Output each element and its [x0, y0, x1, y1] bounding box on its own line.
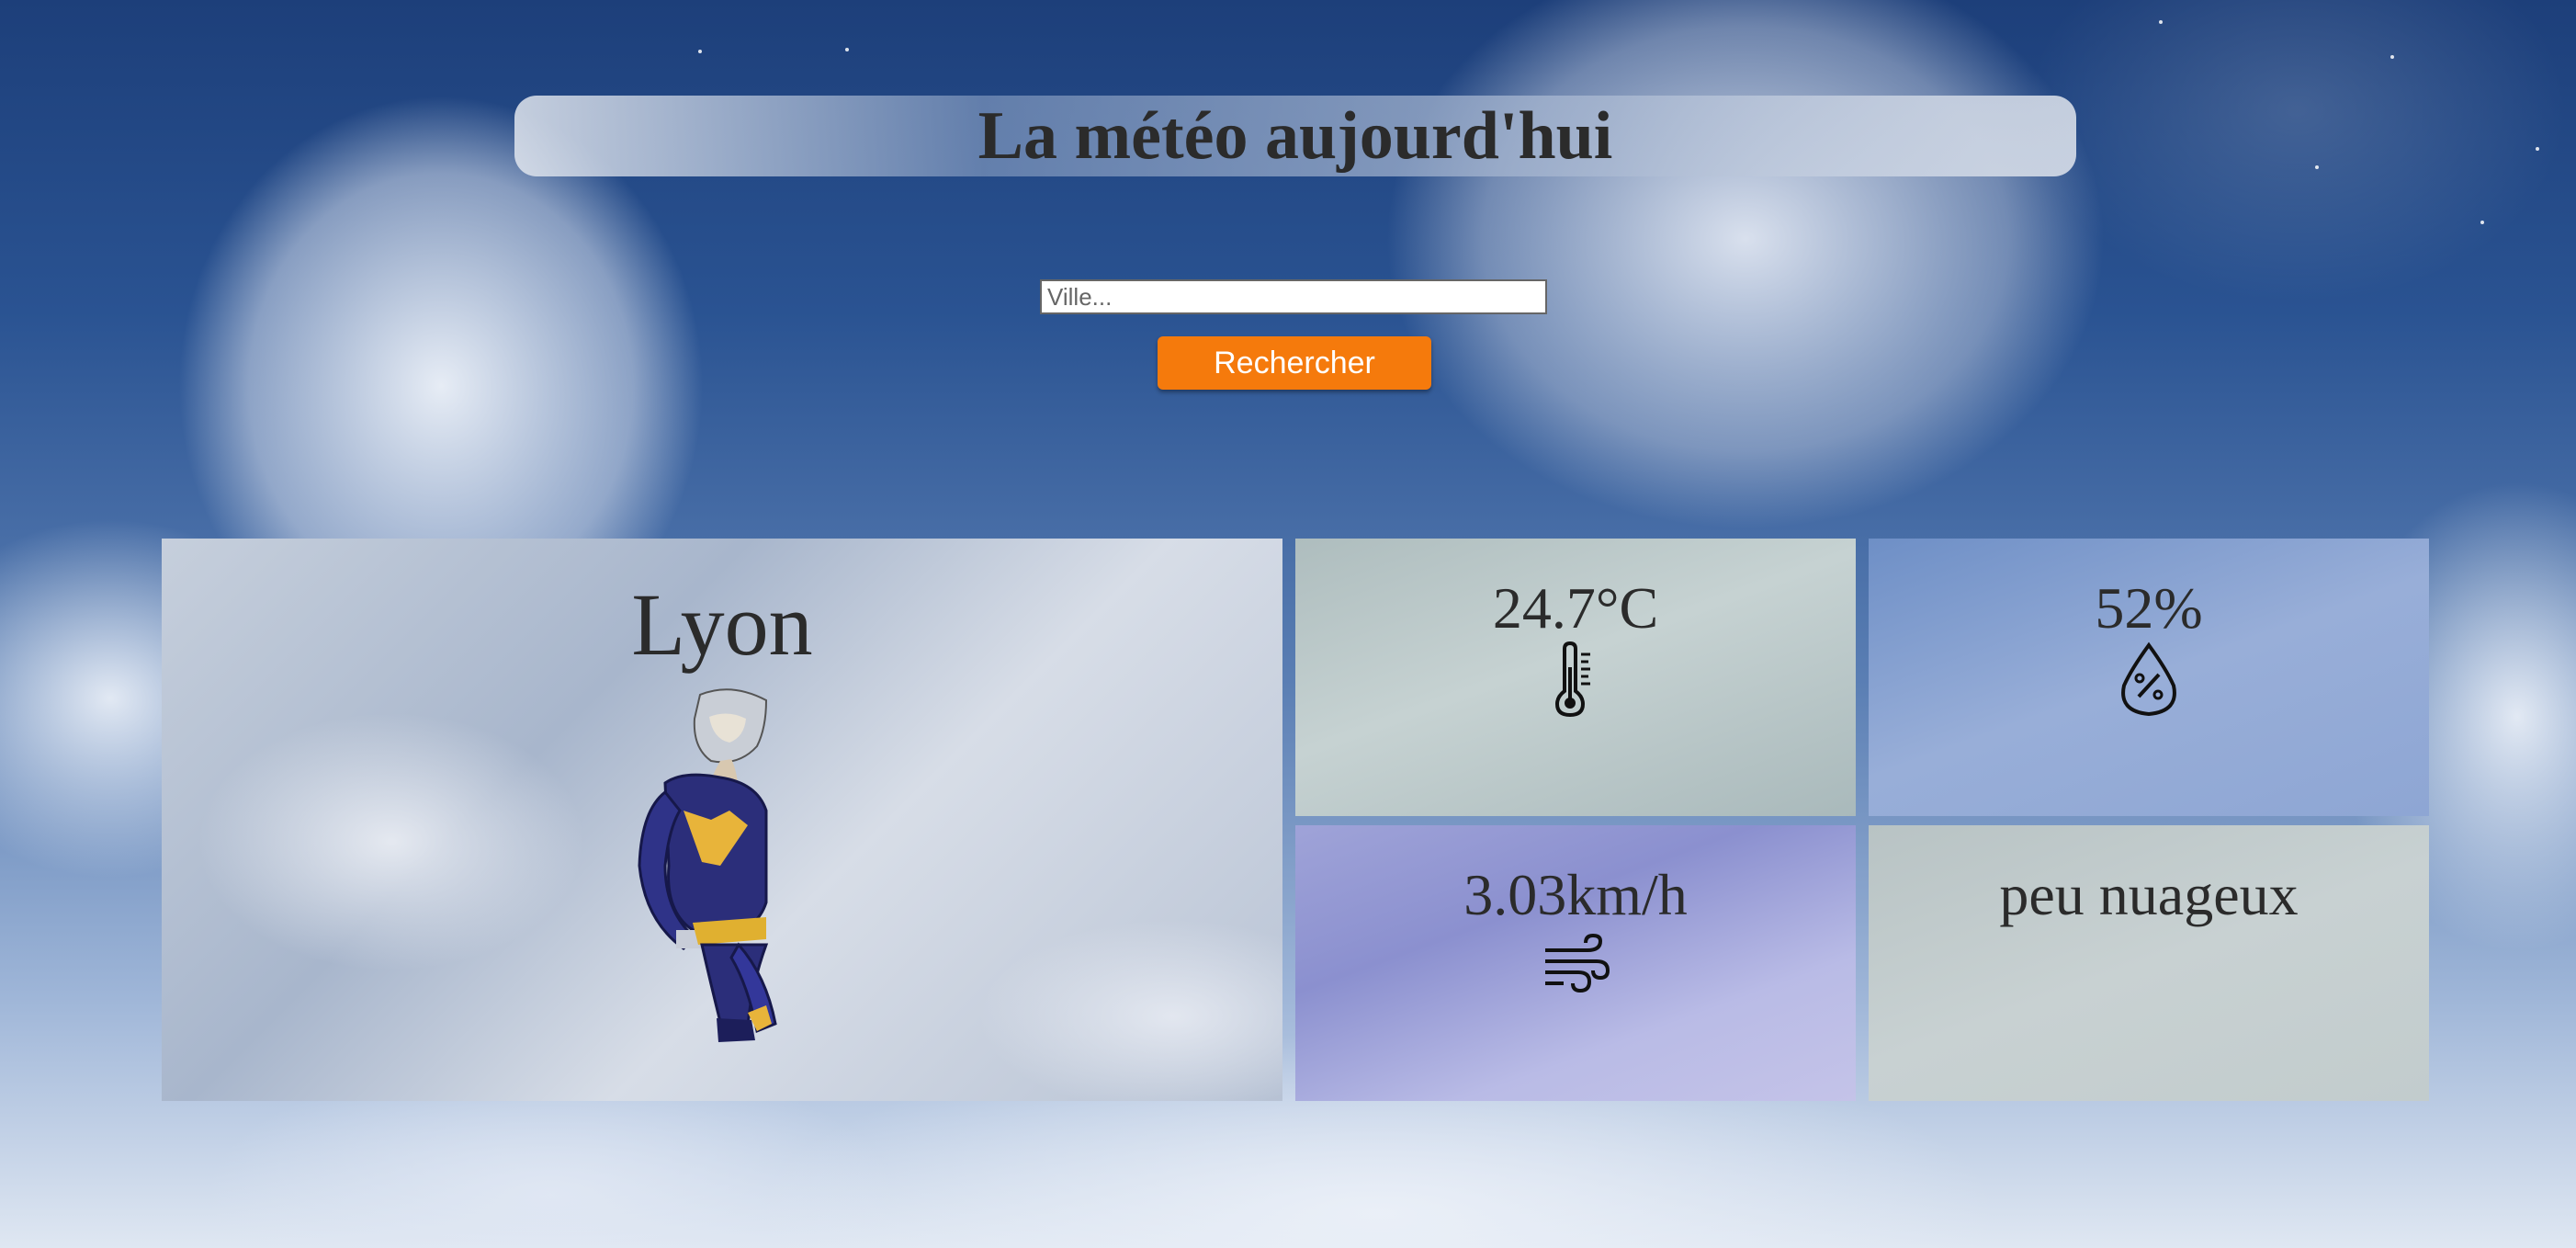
weather-character-image	[638, 688, 777, 1042]
star	[2480, 221, 2484, 224]
description-card: peu nuageux	[1869, 825, 2429, 1101]
page-title: La météo aujourd'hui	[977, 97, 1613, 174]
thermometer-icon	[1554, 641, 1590, 717]
humidity-value: 52%	[2095, 575, 2203, 641]
star	[2159, 20, 2163, 24]
humidity-drop-icon	[2121, 641, 2176, 717]
star	[845, 48, 849, 51]
temperature-card: 24.7°C	[1295, 539, 1856, 816]
search-button[interactable]: Rechercher	[1158, 336, 1431, 390]
star	[2315, 165, 2319, 169]
city-name: Lyon	[631, 575, 813, 674]
wind-value: 3.03km/h	[1463, 862, 1688, 927]
wind-card: 3.03km/h	[1295, 825, 1856, 1101]
star	[2536, 147, 2539, 151]
weather-description: peu nuageux	[1999, 862, 2299, 927]
page-header: La météo aujourd'hui	[514, 96, 2076, 176]
wind-icon	[1545, 934, 1610, 993]
city-search-input[interactable]	[1040, 279, 1547, 314]
humidity-card: 52%	[1869, 539, 2429, 816]
star	[2390, 55, 2394, 59]
city-card: Lyon	[162, 539, 1282, 1101]
star	[698, 50, 702, 53]
temperature-value: 24.7°C	[1492, 575, 1659, 641]
